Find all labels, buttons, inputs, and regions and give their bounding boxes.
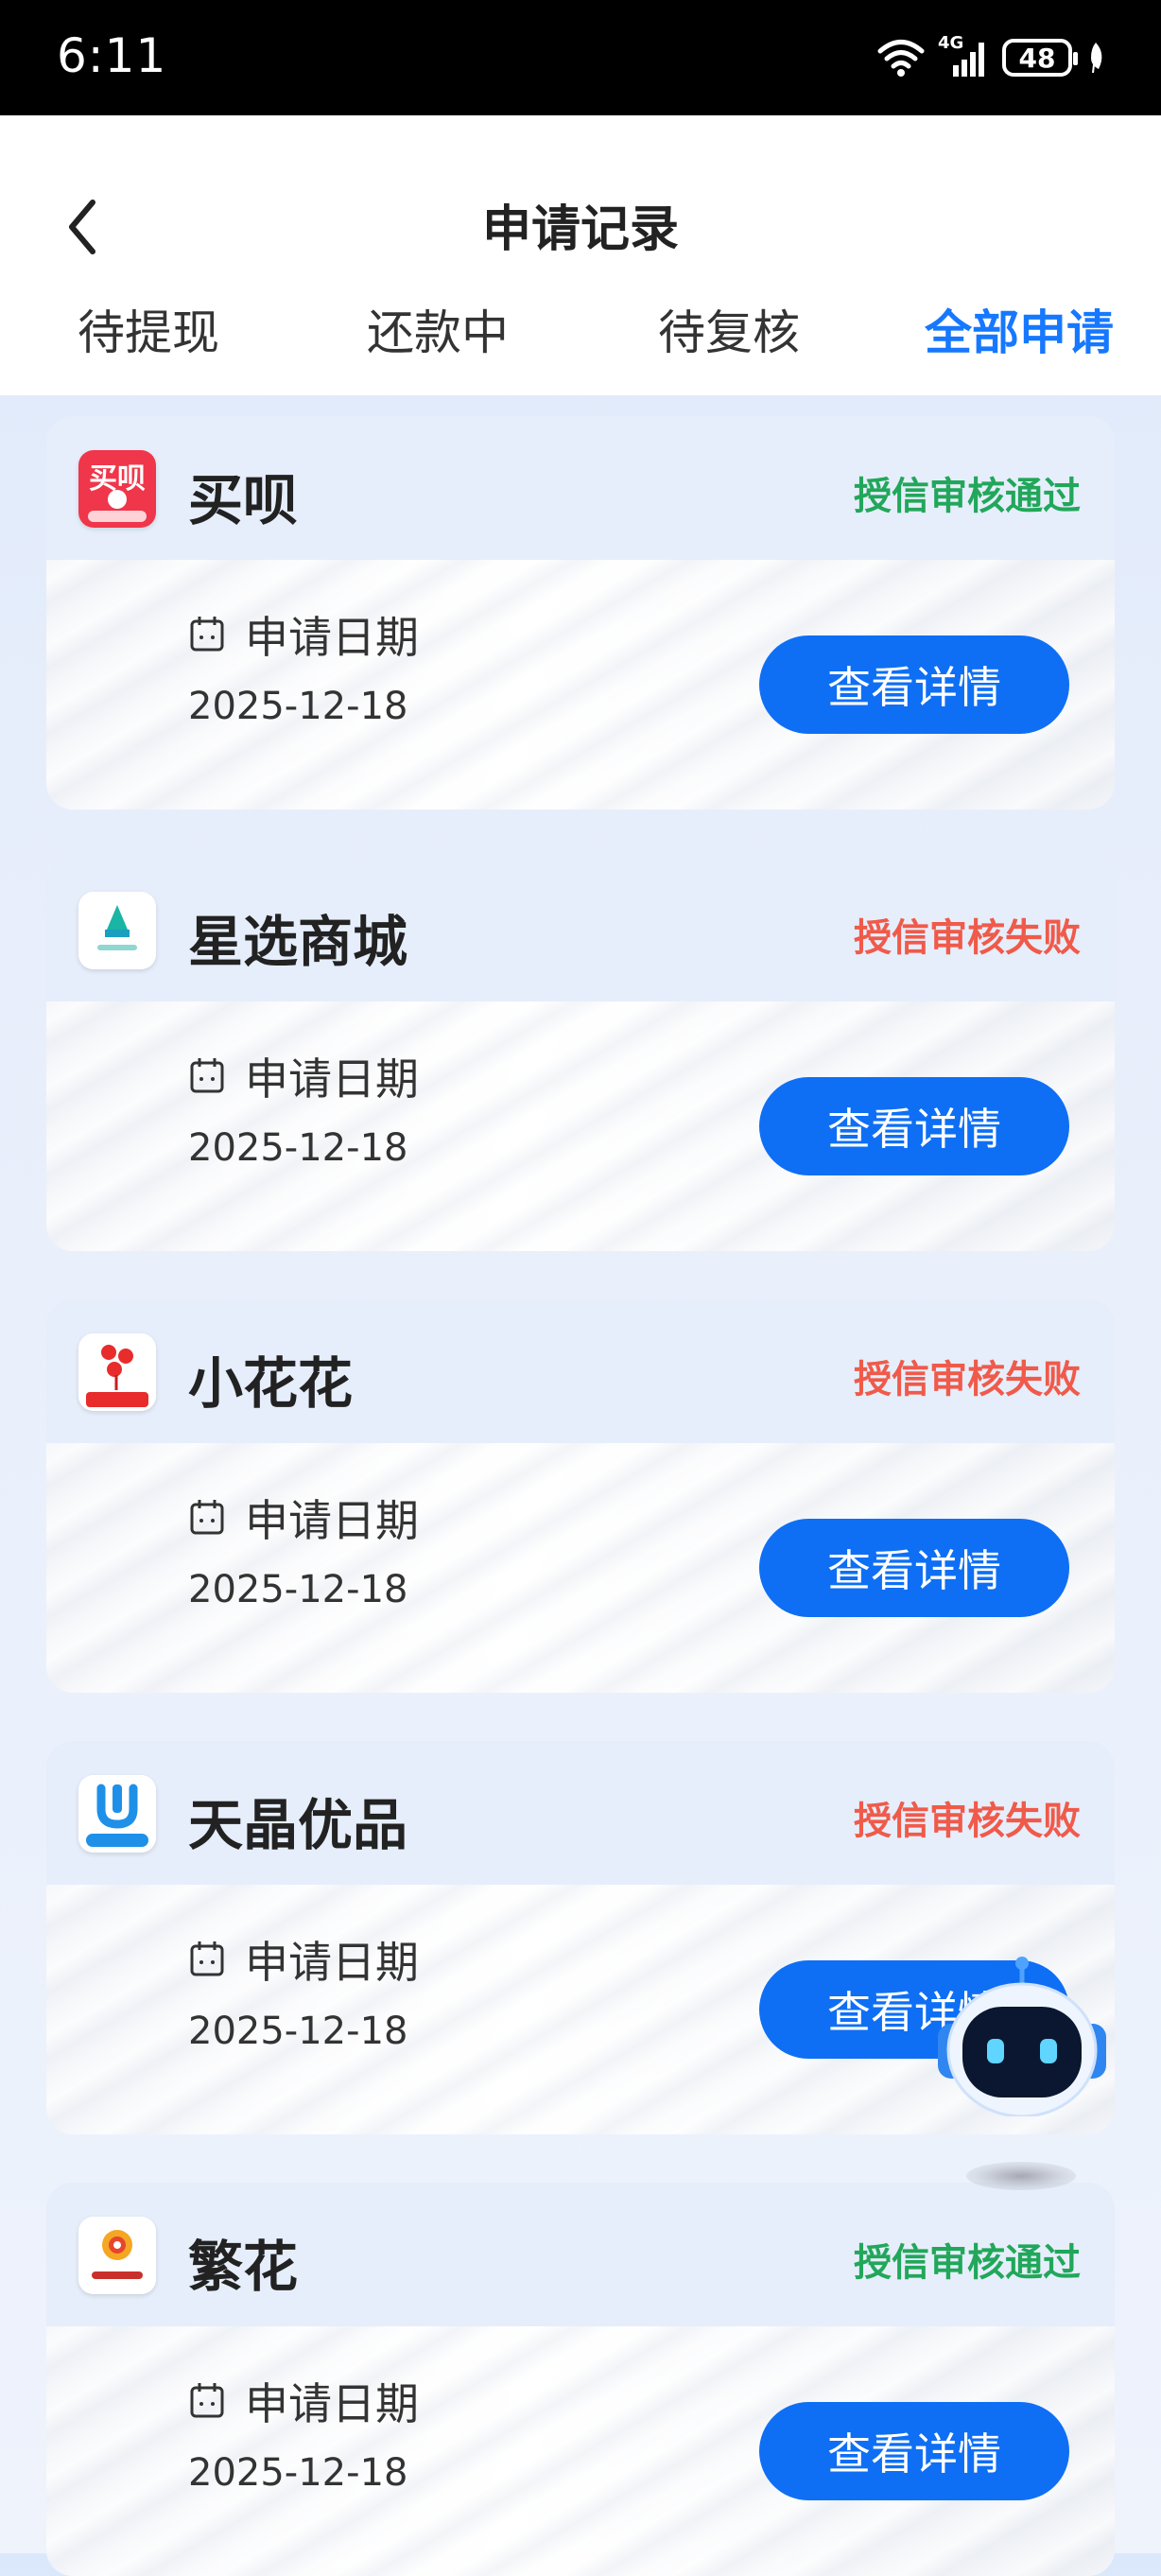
card-name: 繁花	[188, 2235, 299, 2299]
date-value: 2025-12-18	[188, 2010, 408, 2053]
robot-assistant-icon[interactable]	[934, 1956, 1110, 2116]
calendar-icon	[190, 617, 224, 652]
tab-pending-withdraw[interactable]: 待提现	[78, 295, 219, 363]
card-body: 申请日期 2025-12-18 查看详情	[46, 2326, 1115, 2576]
xiaohuahua-logo-icon	[78, 1333, 156, 1411]
view-details-button[interactable]: 查看详情	[759, 1077, 1069, 1175]
tab-repaying[interactable]: 还款中	[367, 295, 509, 363]
page-title: 申请记录	[481, 201, 679, 258]
card-name: 天晶优品	[188, 1793, 408, 1857]
card-body: 申请日期 2025-12-18 查看详情	[46, 1001, 1115, 1251]
calendar-icon	[190, 1058, 224, 1093]
status-badge: 授信审核失败	[854, 916, 1081, 960]
card-name: 星选商城	[188, 910, 408, 974]
calendar-icon	[190, 1941, 224, 1976]
xingxuan-logo-icon	[78, 892, 156, 969]
date-label: 申请日期	[245, 1937, 419, 1988]
date-label: 申请日期	[245, 2378, 419, 2429]
robot-shadow	[966, 2162, 1076, 2190]
tab-pending-review[interactable]: 待复核	[658, 295, 800, 363]
view-details-button[interactable]: 查看详情	[759, 1519, 1069, 1617]
status-badge: 授信审核通过	[854, 475, 1081, 518]
card-header: 繁花 授信审核通过	[46, 2183, 1115, 2326]
card-header: 星选商城 授信审核失败	[46, 858, 1115, 1001]
card-name: 买呗	[188, 468, 299, 532]
card-body: 申请日期 2025-12-18 查看详情	[46, 560, 1115, 809]
card-header: 天晶优品 授信审核失败	[46, 1741, 1115, 1885]
date-value: 2025-12-18	[188, 1568, 408, 1611]
date-value: 2025-12-18	[188, 2451, 408, 2495]
battery-icon: 48	[1002, 39, 1078, 77]
status-bar: 6:11 4G 48	[0, 0, 1161, 115]
date-label: 申请日期	[245, 612, 419, 663]
battery-level: 48	[1018, 42, 1056, 74]
status-badge: 授信审核通过	[854, 2241, 1081, 2285]
status-time: 6:11	[57, 28, 167, 83]
calendar-icon	[190, 1500, 224, 1535]
application-card: 小花花 授信审核失败 申请日期 2025-12-18 查看详情	[46, 1299, 1115, 1693]
page-header: 申请记录 待提现 还款中 待复核 全部申请	[0, 115, 1161, 395]
card-name: 小花花	[188, 1351, 354, 1416]
view-details-button[interactable]: 查看详情	[759, 2402, 1069, 2500]
date-value: 2025-12-18	[188, 685, 408, 728]
date-label: 申请日期	[245, 1053, 419, 1105]
card-header: 买呗 买呗 授信审核通过	[46, 416, 1115, 560]
status-icons: 4G 48	[877, 32, 1106, 83]
tab-bar: 待提现 还款中 待复核 全部申请	[0, 295, 1161, 371]
view-details-button[interactable]: 查看详情	[759, 635, 1069, 734]
tab-all-applications[interactable]: 全部申请	[925, 295, 1114, 363]
status-badge: 授信审核失败	[854, 1800, 1081, 1843]
card-header: 小花花 授信审核失败	[46, 1299, 1115, 1443]
maibei-logo-icon: 买呗	[78, 450, 156, 528]
application-card: 买呗 买呗 授信审核通过 申请日期 2025-12-18 查看详情	[46, 416, 1115, 809]
date-label: 申请日期	[245, 1495, 419, 1546]
leaf-icon	[1091, 43, 1102, 74]
fanhua-logo-icon	[78, 2217, 156, 2294]
wifi-icon	[877, 40, 925, 77]
date-value: 2025-12-18	[188, 1126, 408, 1170]
calendar-icon	[190, 2383, 224, 2418]
signal-icon: 4G	[938, 33, 989, 78]
status-badge: 授信审核失败	[854, 1358, 1081, 1401]
tianjing-logo-icon	[78, 1775, 156, 1853]
application-card: 繁花 授信审核通过 申请日期 2025-12-18 查看详情	[46, 2183, 1115, 2576]
application-card: 星选商城 授信审核失败 申请日期 2025-12-18 查看详情	[46, 858, 1115, 1251]
card-body: 申请日期 2025-12-18 查看详情	[46, 1443, 1115, 1693]
